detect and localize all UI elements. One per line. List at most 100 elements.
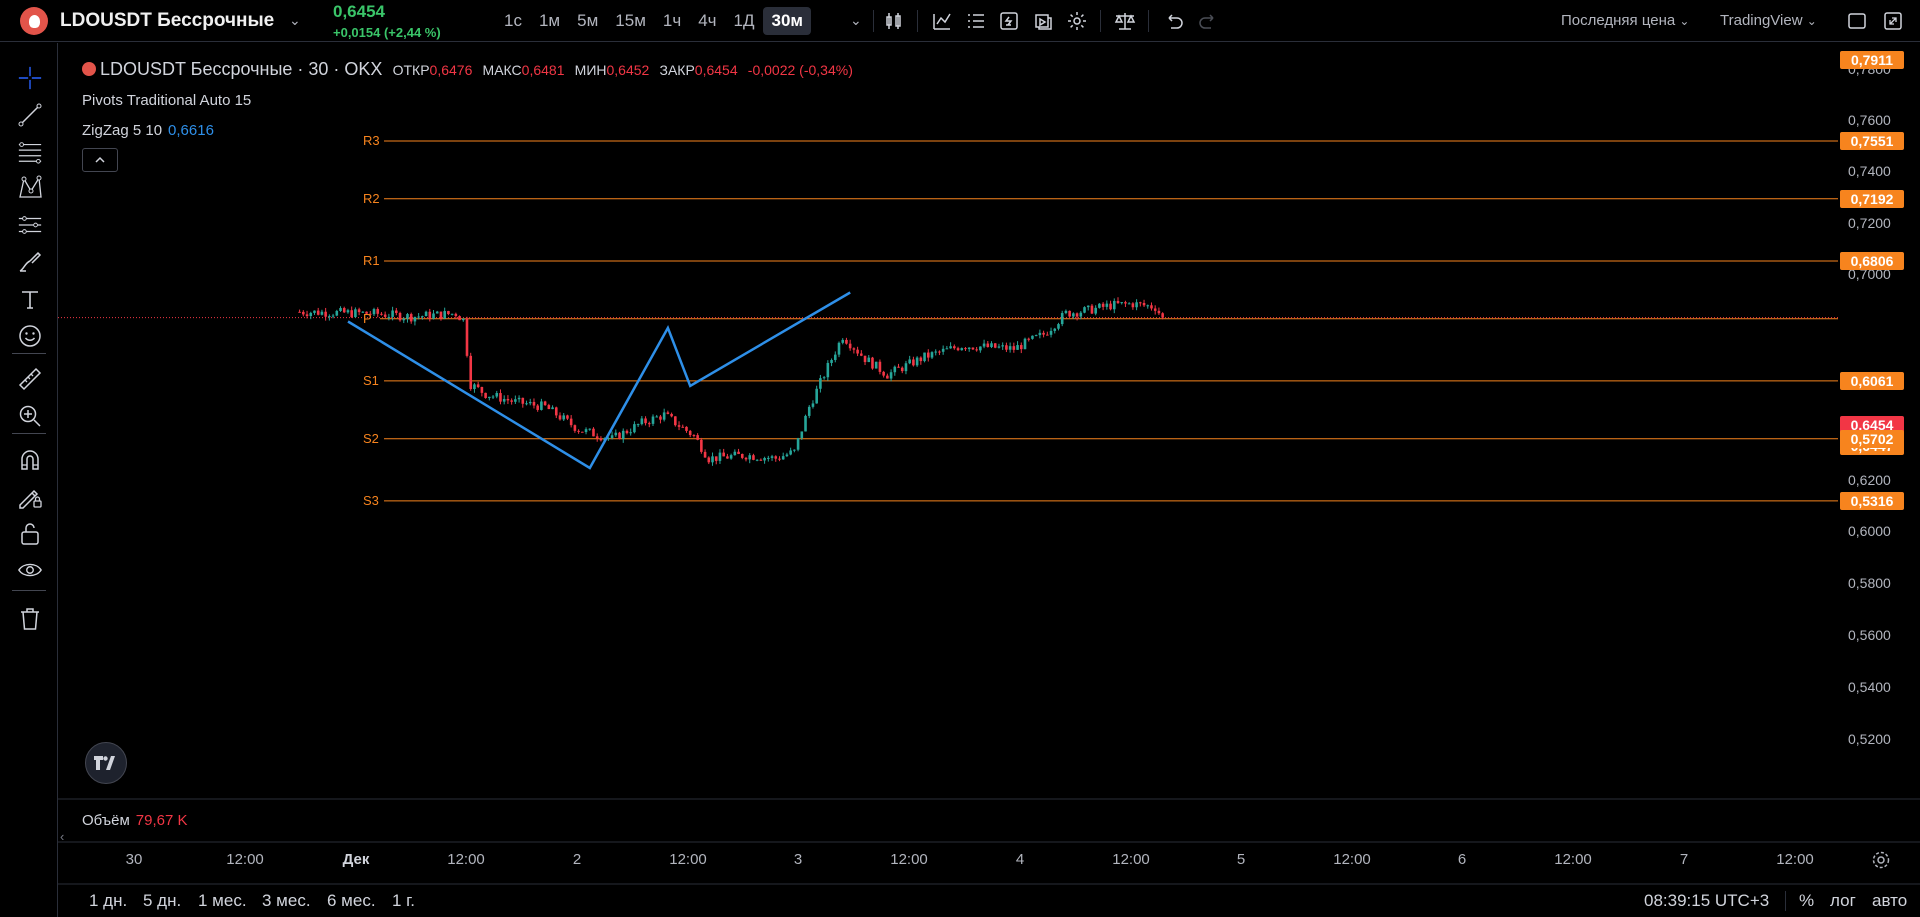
pivot-label-r2: R2 [363, 190, 380, 206]
price-type-selector[interactable]: Последняя цена ⌄ [1561, 12, 1689, 29]
candle-body [670, 413, 673, 417]
chart-settings-icon[interactable] [1870, 849, 1892, 871]
percent-toggle[interactable]: % [1799, 891, 1814, 911]
chevron-left-icon[interactable]: ‹ [60, 829, 64, 844]
alert-icon[interactable] [997, 9, 1021, 33]
templates-icon[interactable] [964, 9, 988, 33]
interval-6[interactable]: 1Д [726, 7, 763, 35]
emoji-icon[interactable] [17, 323, 43, 349]
volume-legend[interactable]: Объём 79,67 K [82, 812, 188, 829]
interval-3[interactable]: 15м [607, 7, 654, 35]
range-button-2[interactable]: 1 мес. [198, 891, 247, 911]
chevron-down-icon[interactable]: ⌄ [289, 12, 301, 29]
fullscreen-window-icon[interactable] [1845, 9, 1869, 33]
candle-body [614, 432, 618, 436]
candle-body [871, 357, 874, 369]
candle-body [354, 309, 357, 318]
brush-icon[interactable] [17, 249, 43, 275]
interval-selector: 1с 1м 5м 15м 1ч 4ч 1Д 30м [496, 7, 812, 35]
range-button-4[interactable]: 6 мес. [327, 891, 376, 911]
price-tick: 0,5200 [1848, 731, 1891, 747]
candle-body [558, 415, 562, 420]
candle-body [889, 372, 893, 379]
price-tick: 0,7400 [1848, 163, 1891, 179]
candle-body [1083, 307, 1086, 313]
candle-body [822, 377, 826, 379]
zoom-in-icon[interactable] [17, 403, 43, 429]
interval-2[interactable]: 5м [569, 7, 606, 35]
symbol-logo-icon[interactable] [20, 7, 48, 35]
pivot-label-s3: S3 [363, 492, 379, 508]
lock-drawing-icon[interactable] [17, 484, 43, 510]
tradingview-logo-icon[interactable] [85, 742, 127, 784]
text-tool-icon[interactable] [17, 286, 43, 312]
time-tick: 12:00 [1554, 851, 1592, 868]
candle-body [328, 316, 331, 318]
candle-body [778, 458, 781, 460]
interval-0[interactable]: 1с [496, 7, 530, 35]
divider [917, 10, 918, 32]
time-tick: 12:00 [669, 851, 707, 868]
clock[interactable]: 08:39:15 UTC+3 [1644, 891, 1769, 911]
chevron-down-icon[interactable]: ⌄ [850, 12, 862, 29]
candle-body [744, 457, 748, 460]
interval-1[interactable]: 1м [531, 7, 568, 35]
candle-body [566, 415, 569, 419]
divider [12, 433, 46, 434]
candle-body [737, 451, 740, 455]
scales-compare-icon[interactable] [1113, 9, 1137, 33]
auto-toggle[interactable]: авто [1872, 891, 1907, 911]
fib-retracement-icon[interactable] [17, 139, 43, 165]
candle-body [402, 318, 406, 321]
candle-body [1105, 303, 1109, 307]
ruler-icon[interactable] [17, 366, 43, 392]
provider-selector[interactable]: TradingView ⌄ [1720, 12, 1817, 29]
interval-4[interactable]: 1ч [655, 7, 689, 35]
zigzag-indicator-label[interactable]: ZigZag 5 10 0,6616 [82, 122, 214, 139]
unlock-icon[interactable] [17, 521, 43, 547]
candle-body [681, 426, 685, 428]
chart-canvas[interactable] [0, 0, 1920, 917]
time-tick: 12:00 [1333, 851, 1371, 868]
replay-icon[interactable] [1031, 9, 1055, 33]
trend-line-icon[interactable] [17, 102, 43, 128]
pattern-tool-icon[interactable] [17, 175, 43, 201]
magnet-icon[interactable] [17, 447, 43, 473]
eye-icon[interactable] [17, 557, 43, 583]
time-tick: 6 [1457, 851, 1467, 868]
candle-body [1142, 302, 1146, 306]
legend-symbol[interactable]: LDOUSDT Бессрочные · 30 · OKX [100, 59, 382, 79]
candle-body [316, 310, 320, 315]
interval-5[interactable]: 4ч [690, 7, 724, 35]
candle-body [945, 348, 949, 350]
pivots-indicator-label[interactable]: Pivots Traditional Auto 15 [82, 92, 251, 109]
range-button-0[interactable]: 1 дн. [89, 891, 127, 911]
candles-type-icon[interactable] [882, 9, 906, 33]
low-value: 0,6452 [606, 62, 650, 78]
log-toggle[interactable]: лог [1830, 891, 1856, 911]
forecast-tool-icon[interactable] [17, 212, 43, 238]
symbol-name[interactable]: LDOUSDT Бессрочные [60, 10, 274, 32]
expand-icon[interactable] [1881, 9, 1905, 33]
range-button-1[interactable]: 5 дн. [143, 891, 181, 911]
redo-icon[interactable] [1196, 9, 1220, 33]
trash-icon[interactable] [17, 606, 43, 632]
candle-body [964, 348, 967, 350]
undo-icon[interactable] [1162, 9, 1186, 33]
candle-body [640, 418, 644, 425]
candle-body [789, 450, 792, 455]
price-tick: 0,7600 [1848, 112, 1891, 128]
settings-gear-icon[interactable] [1065, 9, 1089, 33]
time-tick: 30 [125, 851, 143, 868]
candle-body [592, 428, 595, 437]
candle-body [711, 456, 714, 463]
candle-body [588, 428, 592, 430]
indicators-icon[interactable] [930, 9, 954, 33]
crosshair-icon[interactable] [17, 65, 43, 91]
range-button-3[interactable]: 3 мес. [262, 891, 311, 911]
candle-body [685, 426, 688, 431]
candle-body [938, 351, 941, 353]
interval-7[interactable]: 30м [763, 7, 811, 35]
collapse-legend-button[interactable] [82, 148, 118, 172]
range-button-5[interactable]: 1 г. [392, 891, 415, 911]
